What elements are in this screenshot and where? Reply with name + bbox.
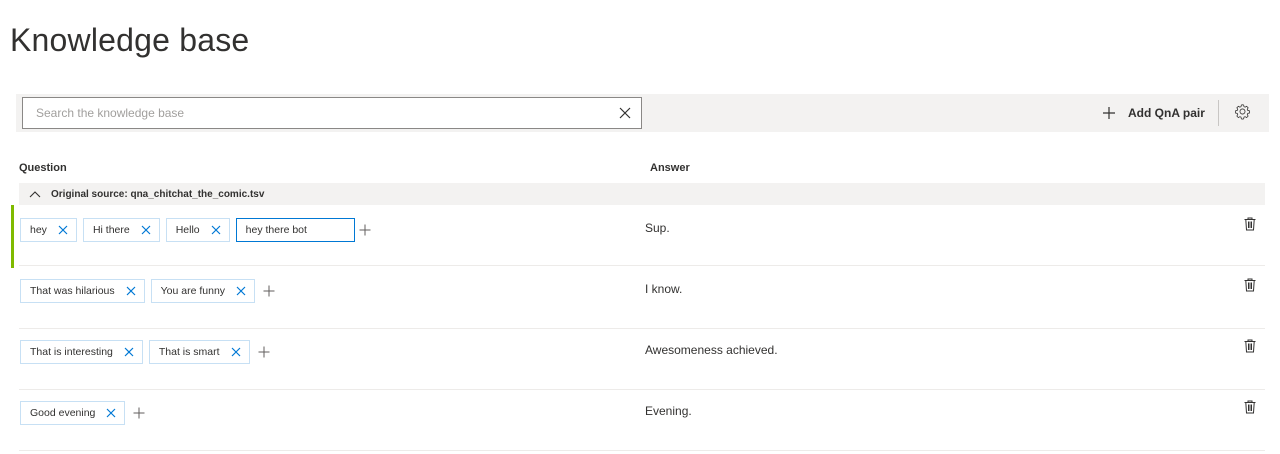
add-qna-pair-button[interactable]: Add QnA pair (1102, 103, 1205, 123)
chevron-up-icon[interactable] (29, 190, 41, 198)
settings-icon[interactable] (1234, 103, 1251, 120)
question-column-header: Question (19, 162, 67, 174)
question-chip[interactable]: That was hilarious (20, 279, 145, 303)
question-chip[interactable]: That is interesting (20, 340, 143, 364)
clear-search-icon[interactable] (619, 107, 631, 119)
search-input[interactable] (23, 98, 603, 128)
question-chip[interactable]: That is smart (148, 340, 250, 364)
source-group-header: Original source: qna_chitchat_the_comic.… (19, 183, 1265, 205)
active-row-indicator (11, 205, 14, 268)
add-question-icon[interactable] (258, 346, 270, 358)
answer-text[interactable]: I know. (645, 282, 682, 296)
page-title: Knowledge base (10, 22, 250, 58)
search-box (22, 97, 642, 129)
new-question-input[interactable] (235, 218, 355, 242)
row-separator (19, 265, 1265, 266)
remove-question-icon[interactable] (124, 347, 134, 357)
answer-text[interactable]: Evening. (645, 404, 692, 418)
remove-question-icon[interactable] (231, 347, 241, 357)
toolbar: Add QnA pair (16, 94, 1269, 132)
remove-question-icon[interactable] (141, 225, 151, 235)
row-separator (19, 450, 1265, 451)
qna-row: Good evening Evening. (0, 390, 1280, 451)
remove-question-icon[interactable] (126, 286, 136, 296)
source-group-label: Original source: qna_chitchat_the_comic.… (51, 188, 265, 200)
remove-question-icon[interactable] (236, 286, 246, 296)
question-chip[interactable]: Good evening (20, 401, 126, 425)
add-question-icon[interactable] (359, 224, 371, 236)
answer-text[interactable]: Sup. (645, 221, 670, 235)
add-question-icon[interactable] (133, 407, 145, 419)
question-chip[interactable]: You are funny (150, 279, 256, 303)
toolbar-divider (1218, 100, 1219, 126)
add-qna-pair-label: Add QnA pair (1128, 106, 1205, 120)
delete-icon[interactable] (1244, 400, 1256, 414)
delete-icon[interactable] (1244, 278, 1256, 292)
remove-question-icon[interactable] (58, 225, 68, 235)
qna-row: That is interesting That is smart Awesom… (0, 329, 1280, 390)
remove-question-icon[interactable] (211, 225, 221, 235)
qna-row: That was hilarious You are funny I know. (0, 268, 1280, 329)
qna-row: hey Hi there Hello Sup. (0, 205, 1280, 268)
delete-icon[interactable] (1244, 217, 1256, 231)
add-icon (1103, 107, 1115, 119)
question-chip[interactable]: hey (20, 218, 77, 242)
delete-icon[interactable] (1244, 339, 1256, 353)
question-chip[interactable]: Hi there (82, 218, 160, 242)
question-chip[interactable]: Hello (165, 218, 230, 242)
remove-question-icon[interactable] (106, 408, 116, 418)
answer-text[interactable]: Awesomeness achieved. (645, 343, 778, 357)
add-question-icon[interactable] (263, 285, 275, 297)
answer-column-header: Answer (650, 162, 690, 174)
